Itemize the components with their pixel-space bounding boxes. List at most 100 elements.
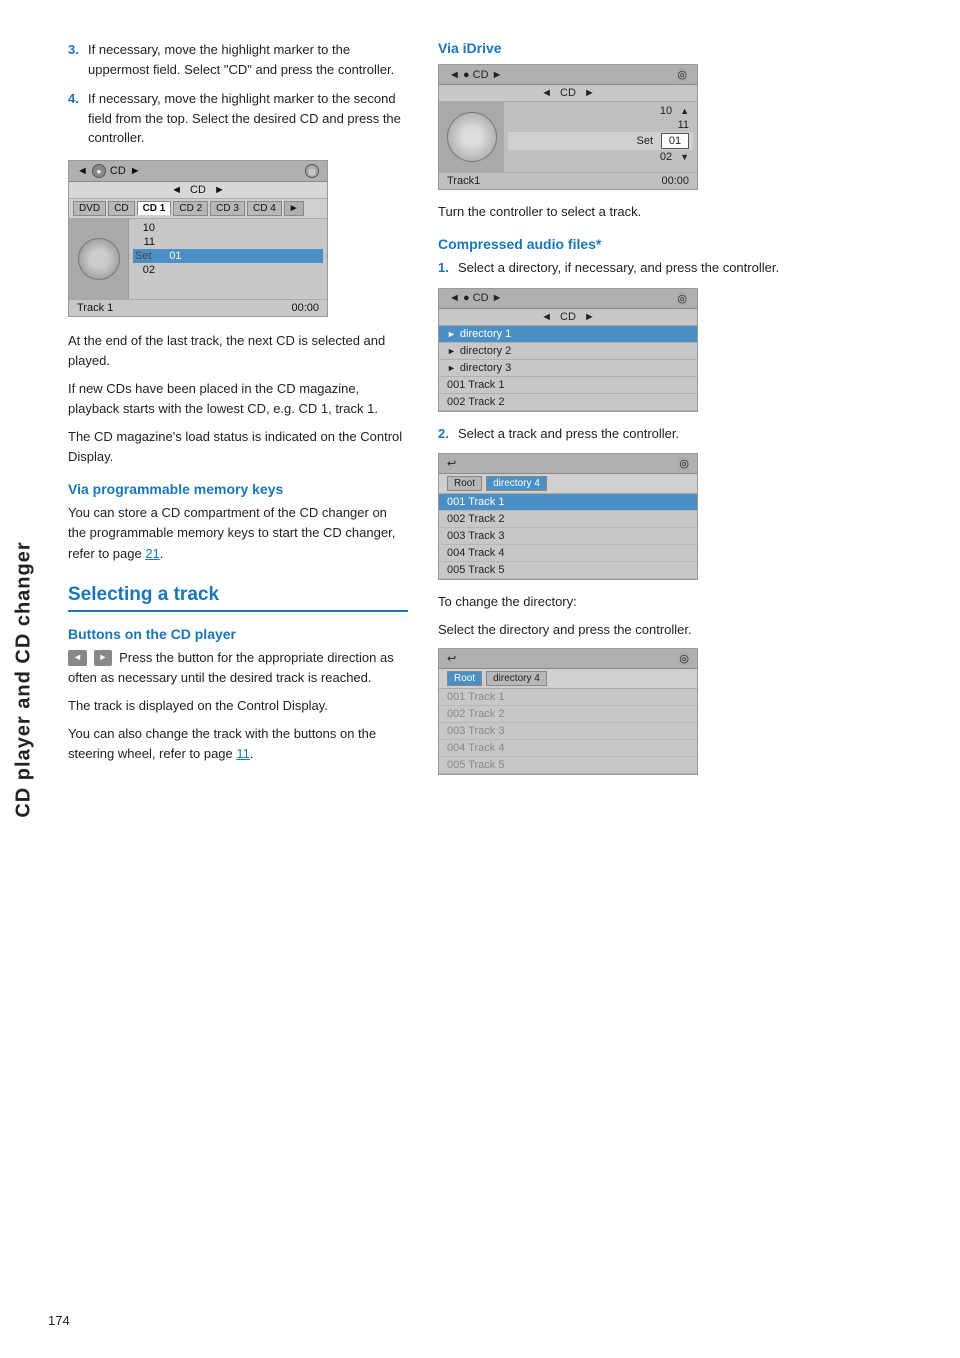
sidebar-label: CD player and CD changer	[0, 0, 48, 1358]
corner-icon: ◎	[305, 164, 319, 178]
forward-btn-icon: ►	[94, 650, 113, 666]
dir-change-back-icon: ↩	[447, 652, 456, 665]
compressed-audio-heading: Compressed audio files*	[438, 236, 940, 252]
buttons-on-cd-heading: Buttons on the CD player	[68, 626, 408, 642]
screen-top-bar: ◄ ● CD ► ◎	[69, 161, 327, 182]
dir-item-3[interactable]: ► directory 3	[439, 360, 697, 377]
track-row-001[interactable]: 001 Track 1	[439, 494, 697, 511]
screen-tabs-bar: DVD CD CD 1 CD 2 CD 3 CD 4 ►	[69, 199, 327, 219]
compressed-step-1: 1. Select a directory, if necessary, and…	[438, 258, 940, 278]
screen-body: 10 11 Set 01 02	[69, 219, 327, 299]
via-programmable-heading: Via programmable memory keys	[68, 481, 408, 497]
track-selection-screen: ↩ ◎ Root directory 4 001 Track 1 002 Tra…	[438, 453, 698, 580]
dir-item-1[interactable]: ► directory 1	[439, 326, 697, 343]
dir-cd-bar: ◄ CD ►	[439, 309, 697, 326]
para-last-track: At the end of the last track, the next C…	[68, 331, 408, 371]
tab-cd4[interactable]: CD 4	[247, 201, 282, 216]
track-screen-header: ↩ ◎	[439, 454, 697, 474]
cd-icon: ●	[92, 164, 106, 178]
compressed-step-2: 2. Select a track and press the controll…	[438, 424, 940, 444]
idrive-track-set: Set 01	[508, 132, 693, 150]
idrive-corner-icon: ◎	[677, 68, 687, 81]
dir-screen-top: ◄ ● CD ► ◎	[439, 289, 697, 309]
compressed-step-2-num: 2.	[438, 424, 452, 444]
dir-corner-icon: ◎	[677, 292, 687, 305]
breadcrumb-dir4-inactive[interactable]: directory 4	[486, 671, 547, 686]
tab-cd1[interactable]: CD 1	[137, 201, 172, 215]
back-icon: ↩	[447, 457, 456, 470]
idrive-caption: Turn the controller to select a track.	[438, 202, 940, 222]
breadcrumb-dir4[interactable]: directory 4	[486, 476, 547, 491]
track-02: 02	[133, 263, 323, 277]
step-4-text: If necessary, move the highlight marker …	[88, 89, 408, 148]
step-4: 4. If necessary, move the highlight mark…	[68, 89, 408, 148]
disc-thumbnail	[69, 219, 129, 299]
idrive-track-02: 02 ▼	[508, 150, 693, 164]
via-programmable-text: You can store a CD compartment of the CD…	[68, 503, 408, 563]
track-breadcrumb: Root directory 4	[439, 474, 697, 494]
track-set-01: Set 01	[133, 249, 323, 263]
compressed-step-1-text: Select a directory, if necessary, and pr…	[458, 258, 779, 278]
tab-cd[interactable]: CD	[108, 201, 134, 216]
back-btn-icon: ◄	[68, 650, 87, 666]
idrive-bottom-bar: Track1 00:00	[439, 172, 697, 189]
breadcrumb-root[interactable]: Root	[447, 476, 482, 491]
tab-cd2[interactable]: CD 2	[173, 201, 208, 216]
via-idrive-heading: Via iDrive	[438, 40, 940, 56]
para-new-cds: If new CDs have been placed in the CD ma…	[68, 379, 408, 419]
dir-arrow-3: ►	[447, 363, 456, 373]
set-value: 01	[661, 133, 689, 149]
track-list: 10 11 Set 01 02	[129, 219, 327, 299]
step-3-text: If necessary, move the highlight marker …	[88, 40, 408, 79]
idrive-track-10: 10 ▲	[508, 104, 693, 118]
step-4-num: 4.	[68, 89, 82, 148]
idrive-cd-icon: ●	[463, 69, 470, 81]
step-3-num: 3.	[68, 40, 82, 79]
screen-bottom-bar: Track 1 00:00	[69, 299, 327, 316]
dir-change-track-005[interactable]: 005 Track 5	[439, 757, 697, 774]
directory-screen: ◄ ● CD ► ◎ ◄ CD ► ► directory 1 ► direct…	[438, 288, 698, 412]
cd-text: CD	[110, 165, 126, 177]
tab-arrow[interactable]: ►	[284, 201, 304, 216]
cd-bar-right: ►	[214, 184, 225, 196]
dir-change-breadcrumb: Root directory 4	[439, 669, 697, 689]
right-column: Via iDrive ◄ ● CD ► ◎ ◄ CD ►	[438, 40, 940, 787]
track-display-text: The track is displayed on the Control Di…	[68, 696, 408, 716]
cd-bar-left: ◄	[171, 184, 182, 196]
idrive-disc	[439, 102, 504, 172]
right-arrow-icon: ►	[130, 165, 141, 177]
cd-bar-cd: CD	[190, 184, 206, 196]
dir-change-track-003[interactable]: 003 Track 3	[439, 723, 697, 740]
track-label: Track 1	[77, 302, 113, 314]
dir-change-corner-icon: ◎	[679, 652, 689, 665]
idrive-screen: ◄ ● CD ► ◎ ◄ CD ► 10	[438, 64, 698, 190]
dir-item-track1[interactable]: 001 Track 1	[439, 377, 697, 394]
tab-cd3[interactable]: CD 3	[210, 201, 245, 216]
idrive-track-list: 10 ▲ 11 Set 01 02 ▼	[504, 102, 697, 172]
idrive-track-label: Track1	[447, 175, 480, 187]
screen-cd-bar: ◄ CD ►	[69, 182, 327, 199]
track-row-002[interactable]: 002 Track 2	[439, 511, 697, 528]
dir-item-2[interactable]: ► directory 2	[439, 343, 697, 360]
dir-change-track-002[interactable]: 002 Track 2	[439, 706, 697, 723]
track-11: 11	[133, 235, 323, 249]
breadcrumb-root-active[interactable]: Root	[447, 671, 482, 686]
dir-item-track2[interactable]: 002 Track 2	[439, 394, 697, 411]
dir-arrow-1: ►	[447, 329, 456, 339]
compressed-step-2-text: Select a track and press the controller.	[458, 424, 679, 444]
left-column: 3. If necessary, move the highlight mark…	[68, 40, 408, 787]
dir-change-track-001[interactable]: 001 Track 1	[439, 689, 697, 706]
disc-circle-image	[447, 112, 497, 162]
cd-screen-mockup-1: ◄ ● CD ► ◎ ◄ CD ► DVD CD CD 1 CD 2 CD 3	[68, 160, 328, 317]
para-load-status: The CD magazine's load status is indicat…	[68, 427, 408, 467]
track-row-004[interactable]: 004 Track 4	[439, 545, 697, 562]
tab-dvd[interactable]: DVD	[73, 201, 106, 216]
track-time: 00:00	[291, 302, 319, 314]
idrive-body: 10 ▲ 11 Set 01 02 ▼	[439, 102, 697, 172]
dir-change-track-004[interactable]: 004 Track 4	[439, 740, 697, 757]
track-row-005[interactable]: 005 Track 5	[439, 562, 697, 579]
track-row-003[interactable]: 003 Track 3	[439, 528, 697, 545]
step-3: 3. If necessary, move the highlight mark…	[68, 40, 408, 79]
change-dir-caption: To change the directory:	[438, 592, 940, 612]
selecting-track-title: Selecting a track	[68, 584, 408, 612]
